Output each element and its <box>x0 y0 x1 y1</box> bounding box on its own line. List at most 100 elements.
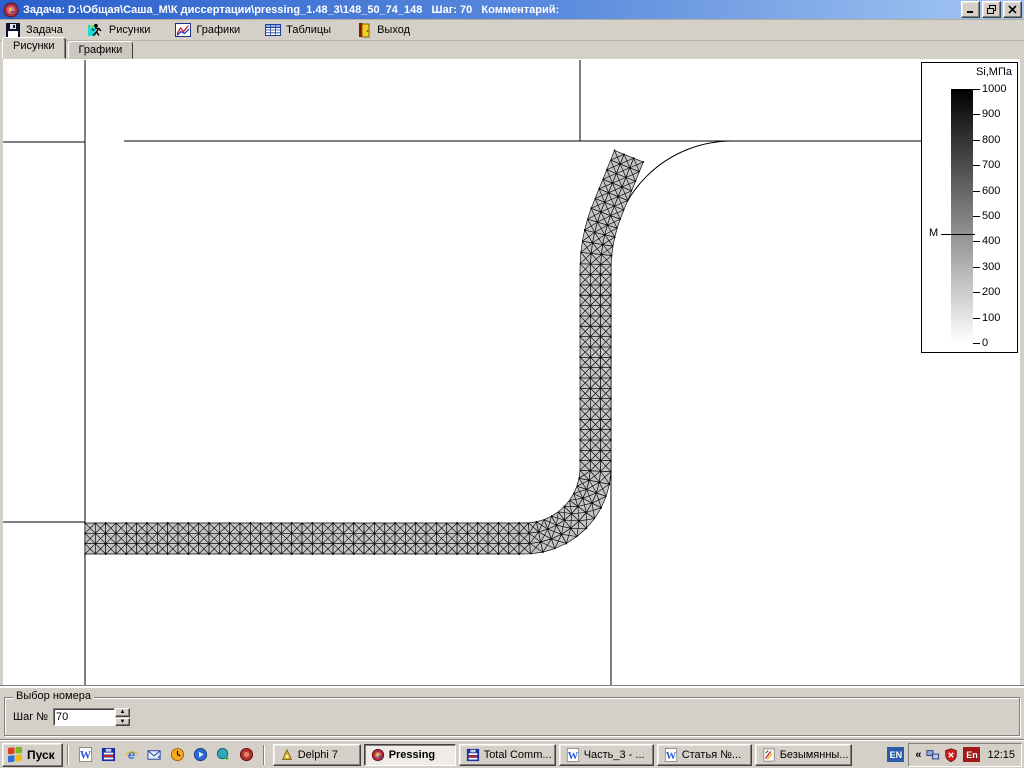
language-indicator[interactable]: EN <box>887 747 904 762</box>
legend-gradient-bar <box>951 89 973 343</box>
floppy-disk-icon <box>5 22 21 38</box>
application-window: Задача: D:\Общая\Саша_М\К диссертации\pr… <box>0 0 1024 768</box>
start-label: Пуск <box>27 748 55 762</box>
step-groupbox: Выбор номера Шаг № ▲ ▼ <box>4 697 1020 736</box>
toolbar-button-label: Рисунки <box>109 24 151 36</box>
quick-launch-ie-icon[interactable]: e <box>123 746 140 763</box>
taskbar-separator <box>67 745 69 765</box>
legend-tick-label: 600 <box>982 185 1000 197</box>
word-icon: W <box>664 748 678 762</box>
toolbar-button-графики[interactable]: Графики <box>172 21 246 39</box>
legend-tick <box>973 343 980 344</box>
legend-tick-label: 200 <box>982 286 1000 298</box>
shield-icon[interactable] <box>944 748 958 762</box>
toolbar-button-label: Графики <box>196 24 240 36</box>
taskbar-separator <box>263 745 265 765</box>
simulation-canvas <box>0 59 1024 686</box>
legend-tick-label: 500 <box>982 210 1000 222</box>
taskbar-button-label: Pressing <box>389 749 435 761</box>
restore-button[interactable] <box>982 1 1001 18</box>
quick-launch-sync-icon[interactable] <box>215 746 232 763</box>
taskbar-button-pressing[interactable]: Pressing <box>364 744 456 766</box>
toolbar-button-выход[interactable]: Выход <box>353 21 416 39</box>
exit-door-icon <box>356 22 372 38</box>
legend-tick <box>973 89 980 90</box>
toolbar-button-label: Таблицы <box>286 24 331 36</box>
legend-tick-label: 400 <box>982 235 1000 247</box>
svg-text:W: W <box>80 750 92 762</box>
legend-tick <box>973 267 980 268</box>
rose-icon <box>371 748 385 762</box>
media-red-icon <box>239 747 254 762</box>
floppy-icon <box>466 748 480 762</box>
legend-tick-label: 900 <box>982 108 1000 120</box>
windows-logo-icon <box>7 747 23 763</box>
spinner-down-button[interactable]: ▼ <box>115 718 130 727</box>
tray-collapse-chevron[interactable]: « <box>915 749 921 761</box>
legend-tick-label: 1000 <box>982 83 1006 95</box>
paint-icon <box>762 748 776 762</box>
quick-launch-media-player-icon[interactable] <box>192 746 209 763</box>
taskbar-button-часть_3-[interactable]: W Часть_3 - ... <box>559 744 654 766</box>
tab-рисунки[interactable]: Рисунки <box>2 37 66 59</box>
quick-launch-word-icon[interactable]: W <box>77 746 94 763</box>
tab-bar: РисункиГрафики <box>0 41 1024 59</box>
taskbar-button-безымянны-[interactable]: Безымянны... <box>755 744 852 766</box>
toolbar-button-label: Выход <box>377 24 410 36</box>
taskbar-button-label: Часть_3 - ... <box>584 749 645 761</box>
legend-tick <box>973 114 980 115</box>
legend-tick <box>973 216 980 217</box>
step-label: Шаг № <box>13 711 48 723</box>
legend-tick-label: 0 <box>982 337 988 349</box>
network-icon[interactable] <box>926 748 940 762</box>
floppy-icon <box>101 747 116 762</box>
taskbar-button-label: Total Comm... <box>484 749 552 761</box>
legend-title: Si,МПа <box>976 66 1012 78</box>
svg-text:W: W <box>665 750 676 761</box>
svg-text:e: e <box>128 747 135 762</box>
legend-tick <box>973 140 980 141</box>
clock-icon <box>170 747 185 762</box>
legend-tick-label: 800 <box>982 134 1000 146</box>
taskbar-clock: 12:15 <box>987 749 1015 761</box>
legend-marker-line <box>941 234 975 235</box>
toolbar: Задача Рисунки Графики Таблицы Выход <box>0 20 1024 41</box>
line-chart-icon <box>175 22 191 38</box>
close-button[interactable] <box>1003 1 1022 18</box>
taskbar-button-label: Delphi 7 <box>298 749 338 761</box>
quick-launch-mail-icon[interactable] <box>146 746 163 763</box>
toolbar-button-label: Задача <box>26 24 63 36</box>
legend-tick-label: 100 <box>982 312 1000 324</box>
start-button[interactable]: Пуск <box>2 743 63 767</box>
taskbar-button-статья-[interactable]: W Статья №... <box>657 744 752 766</box>
title-bar: Задача: D:\Общая\Саша_М\К диссертации\pr… <box>0 0 1024 20</box>
taskbar-button-label: Безымянны... <box>780 749 849 761</box>
word-icon: W <box>566 748 580 762</box>
svg-text:W: W <box>567 750 578 761</box>
quick-launch-bar: We <box>73 746 259 763</box>
step-number-input[interactable] <box>53 708 115 726</box>
tab-графики[interactable]: Графики <box>68 41 134 59</box>
sync-icon <box>216 747 231 762</box>
toolbar-button-рисунки[interactable]: Рисунки <box>85 21 157 39</box>
legend-marker-label: M <box>929 227 938 239</box>
minimize-button[interactable] <box>961 1 980 18</box>
legend-tick <box>973 191 980 192</box>
word-icon: W <box>78 747 93 762</box>
taskbar-button-delphi-7[interactable]: Delphi 7 <box>273 744 361 766</box>
language-indicator-2[interactable]: En <box>963 747 980 762</box>
table-icon <box>265 22 281 38</box>
taskbar-button-total-comm-[interactable]: Total Comm... <box>459 744 556 766</box>
step-panel: Выбор номера Шаг № ▲ ▼ <box>0 686 1024 740</box>
app-icon <box>3 2 19 18</box>
spinner-up-button[interactable]: ▲ <box>115 708 130 717</box>
legend-tick-label: 700 <box>982 159 1000 171</box>
taskbar-button-label: Статья №... <box>682 749 742 761</box>
mail-icon <box>147 747 162 762</box>
legend-tick <box>973 318 980 319</box>
toolbar-button-таблицы[interactable]: Таблицы <box>262 21 337 39</box>
quick-launch-media-red-icon[interactable] <box>238 746 255 763</box>
quick-launch-floppy-icon[interactable] <box>100 746 117 763</box>
ie-icon: e <box>124 747 139 762</box>
quick-launch-clock-icon[interactable] <box>169 746 186 763</box>
